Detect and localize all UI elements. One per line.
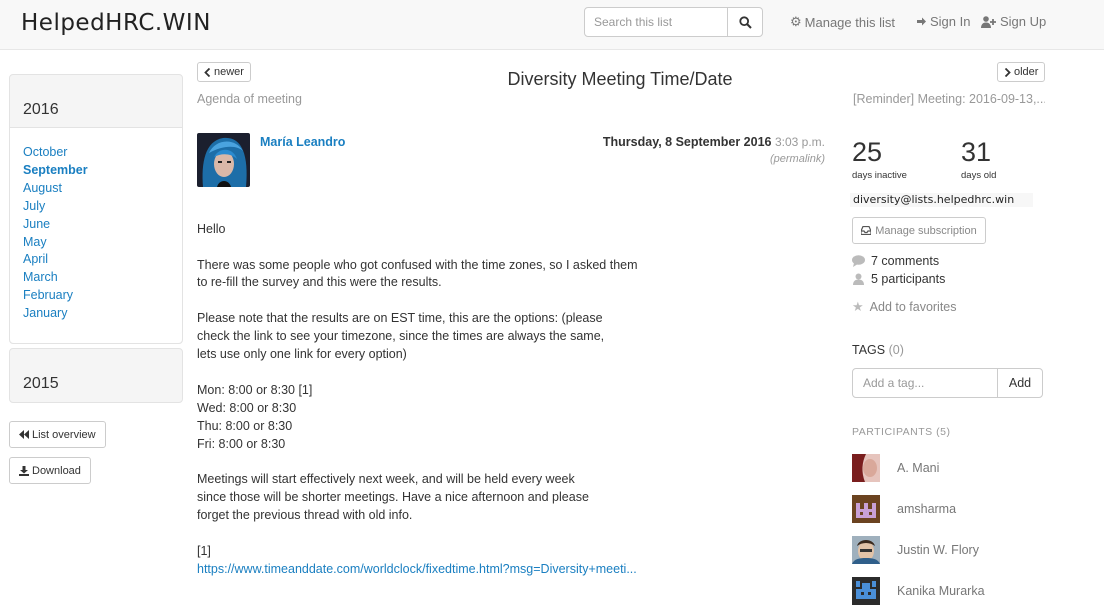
list-overview-button[interactable]: List overview (9, 421, 106, 448)
message-line: since those will be shorter meetings. Ha… (197, 490, 589, 504)
manage-list-link[interactable]: ⚙ Manage this list (790, 14, 895, 30)
participant-item[interactable]: Kanika Murarka (852, 577, 985, 605)
participant-avatar (852, 577, 880, 605)
message-line: lets use only one link for every option) (197, 347, 407, 361)
participant-avatar (852, 454, 880, 482)
month-link-active[interactable]: September (23, 162, 169, 180)
message-line: Fri: 8:00 or 8:30 (197, 437, 286, 451)
message-line: Mon: 8:00 or 8:30 [1] (197, 383, 313, 397)
days-old-label: days old (961, 170, 997, 181)
list-address: diversity@lists.helpedhrc.win (850, 193, 1033, 207)
month-list: October September August July June May A… (10, 128, 182, 343)
message-date: Thursday, 8 September 2016 3:03 p.m. (560, 135, 825, 149)
message-line: Please note that the results are on EST … (197, 311, 603, 325)
message-line: Thu: 8:00 or 8:30 (197, 419, 293, 433)
chevron-right-icon (1004, 67, 1011, 77)
sign-in-link[interactable]: Sign In (916, 14, 970, 29)
message-link[interactable]: https://www.timeanddate.com/worldclock/f… (197, 562, 637, 576)
sender-name[interactable]: María Leandro (260, 135, 345, 149)
add-tag-input[interactable] (852, 368, 998, 398)
previous-thread-link[interactable]: Agenda of meeting (197, 92, 302, 106)
month-link[interactable]: June (23, 216, 169, 234)
participant-item[interactable]: amsharma (852, 495, 956, 523)
tags-heading: TAGS (0) (852, 343, 904, 357)
year-panel-2016: 2016 October September August July June … (9, 74, 183, 344)
add-to-favorites-link[interactable]: ★ Add to favorites (852, 299, 957, 315)
fast-backward-icon (19, 430, 29, 439)
year-heading-2016[interactable]: 2016 (10, 75, 182, 128)
download-icon (19, 465, 29, 476)
sign-up-link[interactable]: Sign Up (981, 14, 1046, 29)
search-icon (738, 15, 752, 29)
older-thread-button[interactable]: older (997, 62, 1046, 82)
month-link[interactable]: July (23, 198, 169, 216)
participant-avatar (852, 495, 880, 523)
participant-item[interactable]: A. Mani (852, 454, 939, 482)
participant-item[interactable]: Justin W. Flory (852, 536, 979, 564)
site-brand[interactable]: HelpedHRC.WIN (21, 10, 211, 36)
download-button[interactable]: Download (9, 457, 91, 484)
message-line: Wed: 8:00 or 8:30 (197, 401, 297, 415)
year-panel-2015[interactable]: 2015 (9, 348, 183, 403)
month-link[interactable]: October (23, 144, 169, 162)
days-old-count: 31 (961, 137, 992, 167)
newer-thread-button[interactable]: newer (197, 62, 251, 82)
message-line: [1] (197, 544, 211, 558)
message-time: 3:03 p.m. (774, 135, 825, 149)
inbox-icon (861, 226, 872, 235)
message-line: Hello (197, 222, 226, 236)
top-navbar: HelpedHRC.WIN ⚙ Manage this list Sign In… (0, 0, 1104, 50)
add-tag-button[interactable]: Add (997, 368, 1043, 398)
month-link[interactable]: January (23, 305, 169, 323)
participants-count: 5 participants (852, 272, 945, 286)
chevron-left-icon (204, 67, 211, 77)
add-user-icon (981, 15, 996, 28)
month-link[interactable]: April (23, 251, 169, 269)
message-line: There was some people who got confused w… (197, 258, 638, 272)
comments-count: 7 comments (852, 254, 939, 268)
month-link[interactable]: March (23, 269, 169, 287)
gear-icon: ⚙ (790, 14, 802, 29)
comment-icon (852, 255, 865, 267)
user-icon (853, 273, 864, 285)
days-inactive-label: days inactive (852, 170, 907, 181)
message-line: forget the previous thread with old info… (197, 508, 413, 522)
manage-subscription-button[interactable]: Manage subscription (852, 217, 986, 244)
next-thread-link[interactable]: [Reminder] Meeting: 2016-09-13,... (853, 92, 1045, 106)
participant-avatar (852, 536, 880, 564)
message-line: Meetings will start effectively next wee… (197, 472, 575, 486)
message-date-text: Thursday, 8 September 2016 (602, 135, 772, 149)
days-inactive-count: 25 (852, 137, 883, 167)
participants-heading: PARTICIPANTS (5) (852, 426, 951, 438)
permalink[interactable]: (permalink) (700, 153, 825, 165)
search-button[interactable] (727, 7, 763, 37)
search-input[interactable] (584, 7, 728, 37)
month-link[interactable]: August (23, 180, 169, 198)
sender-avatar (197, 133, 250, 187)
message-line: to re-fill the survey and this were the … (197, 275, 442, 289)
thread-title: Diversity Meeting Time/Date (507, 69, 733, 89)
month-link[interactable]: May (23, 234, 169, 252)
month-link[interactable]: February (23, 287, 169, 305)
sign-in-icon (917, 17, 926, 26)
message-line: check the link to see your timezone, sin… (197, 329, 605, 343)
star-icon: ★ (852, 299, 864, 314)
